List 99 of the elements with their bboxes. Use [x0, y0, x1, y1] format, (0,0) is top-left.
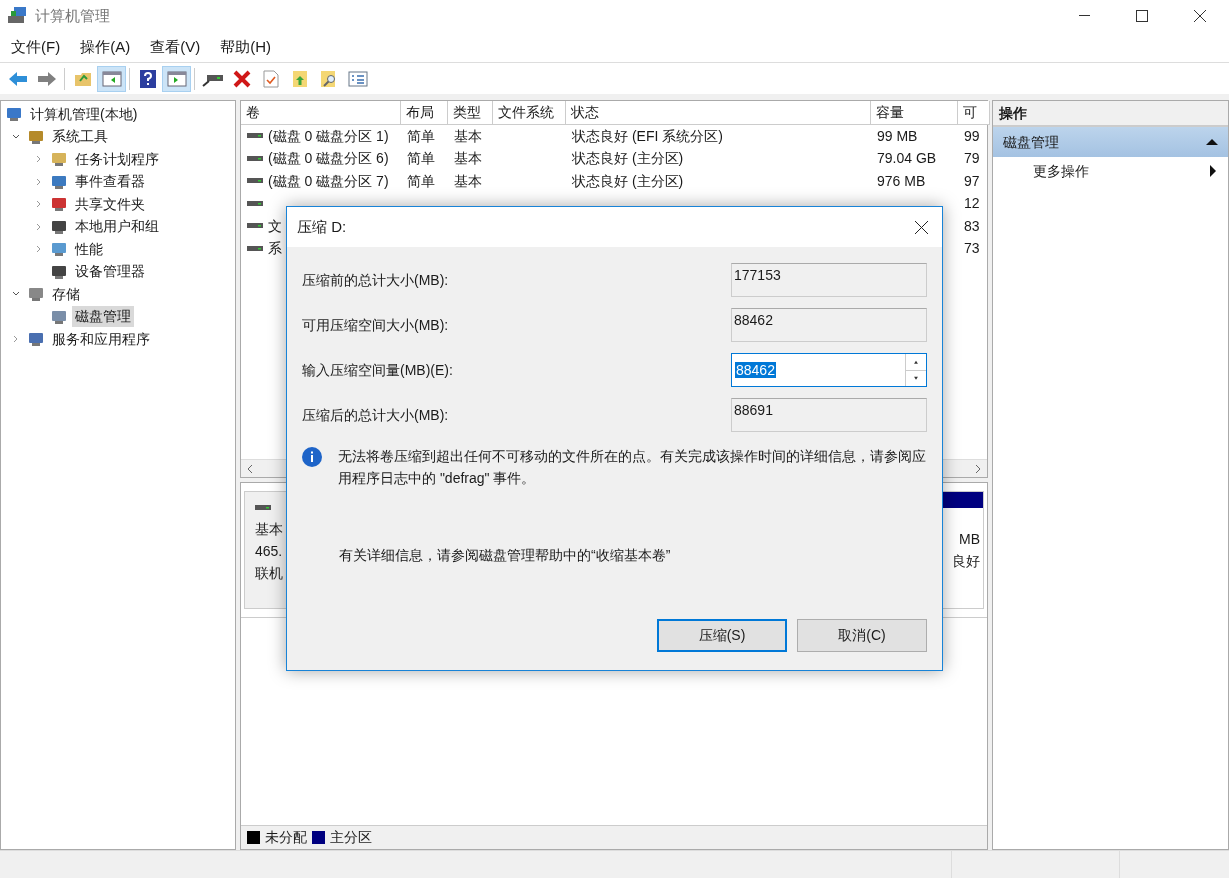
tree-item[interactable]: 计算机管理(本地): [27, 103, 141, 125]
partition-info: MB: [959, 530, 980, 549]
tree-pane-icon: [101, 70, 122, 87]
tree-item[interactable]: 任务计划程序: [72, 148, 162, 170]
disk-info: 465.: [255, 542, 283, 561]
table-cell-text: 97: [964, 171, 980, 191]
actions-header: 操作: [993, 101, 1228, 127]
tree-item[interactable]: 系统工具: [49, 126, 111, 148]
table-cell-text: 基本: [454, 126, 482, 146]
field-label: 压缩前的总计大小(MB):: [302, 270, 450, 290]
tree-item[interactable]: 存储: [49, 283, 83, 305]
checklist-icon: [347, 70, 368, 87]
field-label: 输入压缩空间量(MB)(E):: [302, 360, 454, 380]
menu-item[interactable]: 查看(V): [144, 35, 207, 59]
window-title: 计算机管理: [35, 5, 110, 26]
tree-node-icon: [27, 330, 45, 349]
tree-item[interactable]: 性能: [72, 238, 106, 260]
actions-section[interactable]: 磁盘管理: [993, 127, 1228, 157]
folder-search-icon: [319, 69, 338, 88]
tree-item[interactable]: 磁盘管理: [72, 306, 134, 328]
table-cell-text: 简单: [407, 149, 435, 169]
tree-node-icon: [50, 150, 68, 169]
drive-icon: [247, 199, 263, 208]
drive-icon: [247, 132, 263, 141]
help-text: 有关详细信息，请参阅磁盘管理帮助中的“收缩基本卷”: [339, 546, 672, 565]
folder-up-icon: [73, 70, 92, 87]
checked-document-icon: [262, 69, 279, 88]
drive-icon: [247, 244, 263, 253]
dialog-button[interactable]: 压缩(S): [657, 619, 787, 652]
readonly-field: 177153: [731, 263, 927, 297]
menu-item[interactable]: 帮助(H): [214, 35, 277, 59]
computer-management-icon: [7, 6, 27, 26]
table-cell-text: 12: [964, 194, 980, 214]
field-label: 压缩后的总计大小(MB):: [302, 405, 450, 425]
table-cell-text: 79: [964, 149, 980, 169]
table-cell-text: 基本: [454, 149, 482, 169]
tree-item[interactable]: 服务和应用程序: [49, 328, 153, 350]
tree-node-icon: [50, 240, 68, 259]
action-pane-icon: [166, 70, 187, 87]
table-cell-text: 状态良好 (主分区): [572, 149, 684, 169]
tree-node-icon: [50, 195, 68, 214]
column-header[interactable]: 可: [958, 101, 990, 125]
legend-label: 主分区: [330, 828, 372, 847]
table-cell-text: (磁盘 0 磁盘分区 7): [268, 171, 389, 191]
export-icon: [291, 69, 308, 88]
delete-icon: [232, 69, 251, 88]
table-cell-text: 73: [964, 239, 980, 259]
tree-node-icon: [5, 105, 23, 124]
legend-label: 未分配: [265, 828, 307, 847]
field-label: 可用压缩空间大小(MB):: [302, 315, 450, 335]
table-cell-text: 976 MB: [877, 171, 926, 191]
info-icon: [302, 447, 322, 467]
readonly-field: 88462: [731, 308, 927, 342]
tree-item[interactable]: 设备管理器: [72, 261, 148, 283]
disk-info: 联机: [255, 564, 283, 583]
table-cell-text: 状态良好 (主分区): [572, 171, 684, 191]
table-cell-text: 83: [964, 216, 980, 236]
dialog-button[interactable]: 取消(C): [797, 619, 927, 652]
menu-item[interactable]: 操作(A): [74, 35, 137, 59]
drive-icon: [247, 154, 263, 163]
table-cell-text: 简单: [407, 171, 435, 191]
table-cell-text: 79.04 GB: [877, 149, 937, 169]
drive-icon: [247, 177, 263, 186]
tree-node-icon: [27, 285, 45, 304]
table-cell-text: (磁盘 0 磁盘分区 1): [268, 126, 389, 146]
column-header[interactable]: 卷: [241, 101, 401, 125]
partition-info: 良好: [952, 552, 980, 571]
action-item[interactable]: 更多操作: [1033, 160, 1089, 182]
column-header[interactable]: 文件系统: [493, 101, 566, 125]
collapse-triangle-icon: [1206, 138, 1218, 146]
column-header[interactable]: 状态: [566, 101, 871, 125]
column-header[interactable]: 类型: [448, 101, 493, 125]
spin-field[interactable]: 88462: [731, 353, 927, 387]
tree-item[interactable]: 事件查看器: [72, 171, 148, 193]
field-value: 88462: [735, 361, 776, 378]
dialog-title: 压缩 D:: [297, 216, 347, 237]
readonly-field: 88691: [731, 398, 927, 432]
forward-arrow-icon: [36, 70, 57, 87]
table-cell-text: 简单: [407, 126, 435, 146]
tree-item[interactable]: 本地用户和组: [72, 216, 162, 238]
column-header[interactable]: 布局: [401, 101, 448, 125]
submenu-arrow-icon: [1210, 165, 1216, 177]
menu-item[interactable]: 文件(F): [5, 35, 67, 59]
tree-item[interactable]: 共享文件夹: [72, 193, 148, 215]
drive-icon: [255, 504, 271, 512]
table-cell-text: 99: [964, 126, 980, 146]
disk-info: 基本: [255, 520, 283, 539]
column-header[interactable]: 容量: [871, 101, 958, 125]
help-icon: [139, 69, 156, 88]
back-arrow-icon: [7, 70, 28, 87]
table-cell-text: 状态良好 (EFI 系统分区): [572, 126, 723, 146]
table-cell-text: (磁盘 0 磁盘分区 6): [268, 149, 389, 169]
close-icon[interactable]: [915, 220, 928, 234]
table-cell-text: 基本: [454, 171, 482, 191]
table-cell-text: 系: [268, 239, 282, 259]
info-text: 无法将卷压缩到超出任何不可移动的文件所在的点。有关完成该操作时间的详细信息，请参阅应用程序日志中的 "defrag" 事件。: [338, 447, 927, 488]
drive-icon: [247, 222, 263, 231]
table-cell-text: 99 MB: [877, 126, 918, 146]
table-cell-text: 文: [268, 216, 282, 236]
